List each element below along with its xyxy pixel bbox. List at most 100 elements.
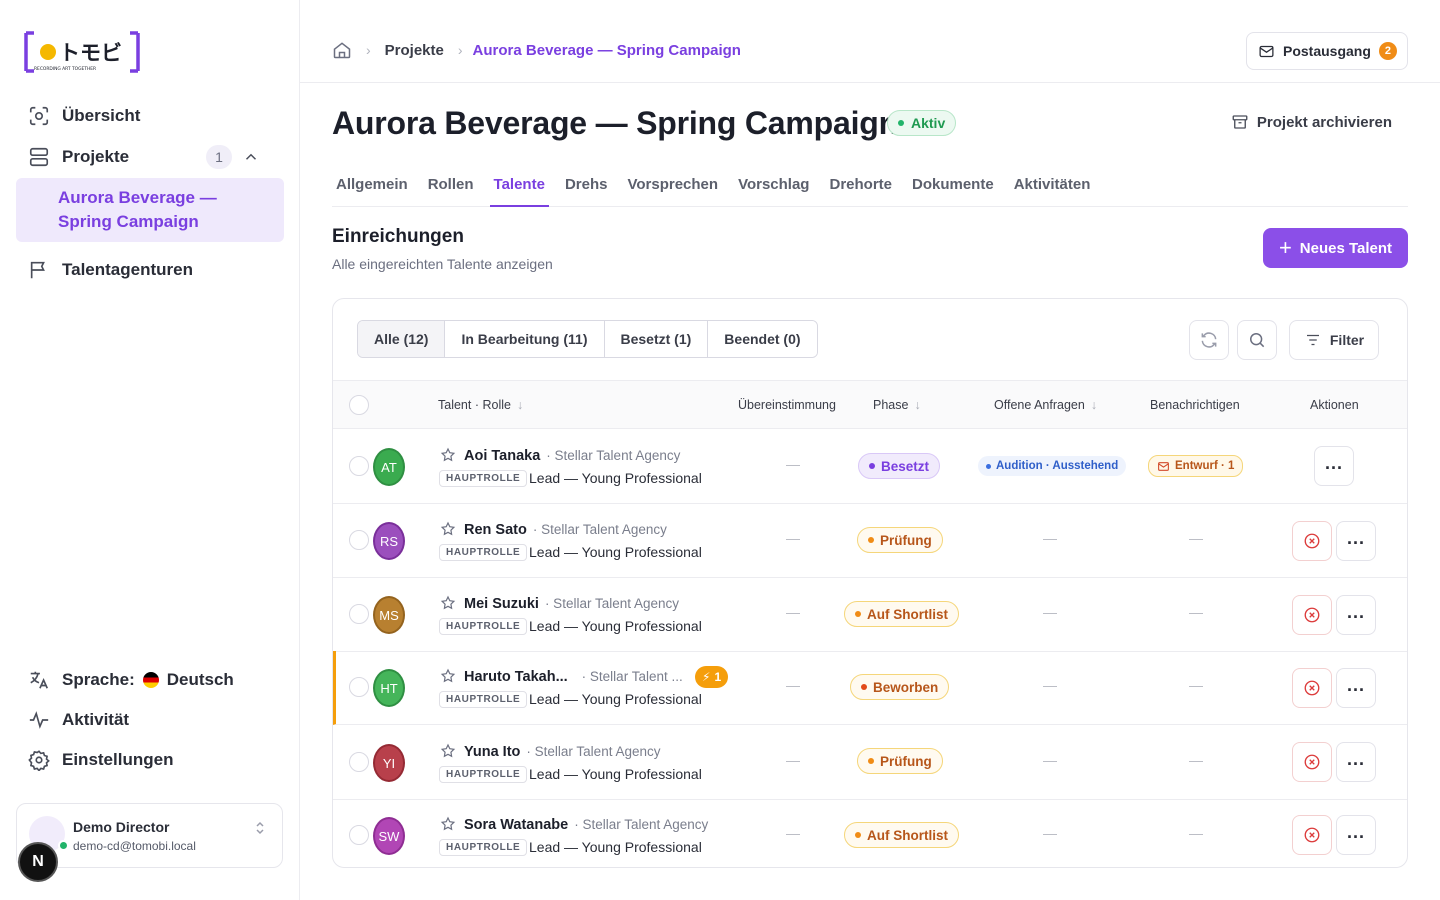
search-button[interactable]: [1237, 320, 1277, 360]
reject-button[interactable]: [1292, 668, 1332, 708]
reject-button[interactable]: [1292, 595, 1332, 635]
logo[interactable]: トモビ RECORDING ART TOGETHER: [24, 31, 140, 73]
match-value: —: [786, 530, 800, 546]
language-label: Sprache:: [62, 670, 135, 689]
project-tabs: Allgemein Rollen Talente Drehs Vorsprech…: [332, 170, 1408, 207]
sort-icon: ↓: [516, 398, 524, 412]
row-checkbox[interactable]: [349, 604, 369, 624]
notify-label: Entwurf · 1: [1175, 460, 1235, 472]
flag-icon: [30, 261, 45, 279]
submissions-card: Alle (12) In Bearbeitung (11) Besetzt (1…: [332, 298, 1408, 868]
more-actions-button[interactable]: ...: [1314, 446, 1354, 486]
sidebar-item-projects[interactable]: Projekte 1: [16, 137, 284, 177]
row-checkbox[interactable]: [349, 825, 369, 845]
table-row[interactable]: YI Yuna Ito · Stellar Talent Agency HAUPT…: [333, 726, 1407, 800]
star-icon[interactable]: [440, 447, 456, 463]
refresh-button[interactable]: [1189, 320, 1229, 360]
tab-proposal[interactable]: Vorschlag: [734, 170, 813, 207]
notify-value: —: [1189, 604, 1203, 620]
dev-tools-badge[interactable]: N: [18, 842, 58, 882]
talent-name[interactable]: Sora Watanabe · Stellar Talent Agency: [464, 817, 708, 833]
segment-cast[interactable]: Besetzt (1): [604, 321, 709, 357]
more-actions-button[interactable]: ...: [1336, 521, 1376, 561]
tab-general[interactable]: Allgemein: [332, 170, 412, 207]
tab-activities[interactable]: Aktivitäten: [1010, 170, 1095, 207]
talent-name[interactable]: Haruto Takah... · Stellar Talent ...: [464, 669, 683, 685]
talent-agency: · Stellar Talent Agency: [526, 744, 661, 759]
sidebar-item-agencies[interactable]: Talentagenturen: [16, 250, 284, 290]
star-icon[interactable]: [440, 816, 456, 832]
col-open-requests[interactable]: Offene Anfragen ↓: [994, 398, 1097, 412]
breadcrumb-current[interactable]: Aurora Beverage — Spring Campaign: [473, 42, 741, 59]
talent-name[interactable]: Aoi Tanaka · Stellar Talent Agency: [464, 448, 680, 464]
row-checkbox[interactable]: [349, 530, 369, 550]
filter-button[interactable]: Filter: [1289, 320, 1379, 360]
more-actions-button[interactable]: ...: [1336, 595, 1376, 635]
table-row[interactable]: AT Aoi Tanaka · Stellar Talent Agency HAU…: [333, 430, 1407, 504]
reject-button[interactable]: [1292, 815, 1332, 855]
outbox-button[interactable]: Postausgang 2: [1246, 32, 1408, 70]
sidebar-item-activity[interactable]: Aktivität: [16, 700, 284, 740]
row-checkbox[interactable]: [349, 752, 369, 772]
tab-talents[interactable]: Talente: [489, 170, 549, 207]
more-actions-button[interactable]: ...: [1336, 742, 1376, 782]
language-selector[interactable]: Sprache: Deutsch: [16, 660, 284, 700]
chevron-up-down-icon: [256, 821, 264, 835]
sidebar-item-active-project[interactable]: Aurora Beverage — Spring Campaign: [16, 178, 284, 242]
close-circle-icon: [1304, 754, 1320, 770]
role-name: Lead — Young Professional: [529, 544, 702, 560]
match-value: —: [786, 825, 800, 841]
col-talent[interactable]: Talent · Rolle ↓: [438, 398, 523, 412]
more-icon: ...: [1346, 822, 1365, 842]
row-checkbox[interactable]: [349, 456, 369, 476]
match-value: —: [786, 752, 800, 768]
open-request-badge[interactable]: Audition · Ausstehend: [978, 456, 1127, 476]
notify-draft-badge[interactable]: Entwurf · 1: [1148, 455, 1244, 477]
more-actions-button[interactable]: ...: [1336, 815, 1376, 855]
phase-label: Besetzt: [881, 458, 930, 474]
tab-shoots[interactable]: Drehs: [561, 170, 612, 207]
table-row[interactable]: MS Mei Suzuki · Stellar Talent Agency HAU…: [333, 578, 1407, 652]
col-phase[interactable]: Phase ↓: [873, 398, 921, 412]
archive-project-button[interactable]: Projekt archivieren: [1231, 113, 1392, 131]
chevron-up-icon[interactable]: [242, 148, 260, 166]
row-checkbox[interactable]: [349, 677, 369, 697]
tab-documents[interactable]: Dokumente: [908, 170, 998, 207]
star-icon[interactable]: [440, 521, 456, 537]
role-type-tag: HAUPTROLLE: [439, 544, 528, 561]
reject-button[interactable]: [1292, 521, 1332, 561]
talent-name-text: Mei Suzuki: [464, 596, 539, 612]
segment-in-progress[interactable]: In Bearbeitung (11): [445, 321, 605, 357]
sidebar-item-settings[interactable]: Einstellungen: [16, 740, 284, 780]
star-icon[interactable]: [440, 743, 456, 759]
segment-all[interactable]: Alle (12): [358, 321, 446, 357]
more-actions-button[interactable]: ...: [1336, 668, 1376, 708]
col-match: Übereinstimmung: [738, 398, 836, 412]
segment-finished[interactable]: Beendet (0): [708, 321, 817, 357]
new-talent-button[interactable]: + Neues Talent: [1263, 228, 1408, 268]
tab-roles[interactable]: Rollen: [424, 170, 478, 207]
mail-icon: [1259, 45, 1274, 57]
col-phase-label: Phase: [873, 398, 909, 412]
table-row[interactable]: SW Sora Watanabe · Stellar Talent Agency …: [333, 799, 1407, 867]
sidebar-item-overview[interactable]: Übersicht: [16, 96, 284, 136]
breadcrumb-projects[interactable]: Projekte: [385, 42, 444, 59]
select-all-checkbox[interactable]: [349, 395, 369, 415]
talent-name[interactable]: Ren Sato · Stellar Talent Agency: [464, 522, 667, 538]
tab-locations[interactable]: Drehorte: [825, 170, 896, 207]
tab-auditions[interactable]: Vorsprechen: [623, 170, 722, 207]
star-icon[interactable]: [440, 595, 456, 611]
gear-icon: [28, 750, 50, 771]
reject-button[interactable]: [1292, 742, 1332, 782]
talent-name[interactable]: Yuna Ito · Stellar Talent Agency: [464, 744, 660, 760]
phase-label: Prüfung: [880, 753, 932, 769]
talent-name[interactable]: Mei Suzuki · Stellar Talent Agency: [464, 596, 679, 612]
table-row[interactable]: RS Ren Sato · Stellar Talent Agency HAUPT…: [333, 504, 1407, 578]
table-row[interactable]: HT Haruto Takah... · Stellar Talent ... ⚡…: [333, 651, 1407, 725]
alert-badge[interactable]: ⚡ 1: [695, 666, 729, 688]
home-icon[interactable]: [332, 40, 352, 60]
page-title: Aurora Beverage — Spring Campaign: [332, 105, 898, 141]
talent-name-text: Aoi Tanaka: [464, 448, 541, 464]
notify-value: —: [1189, 530, 1203, 546]
star-icon[interactable]: [440, 668, 456, 684]
